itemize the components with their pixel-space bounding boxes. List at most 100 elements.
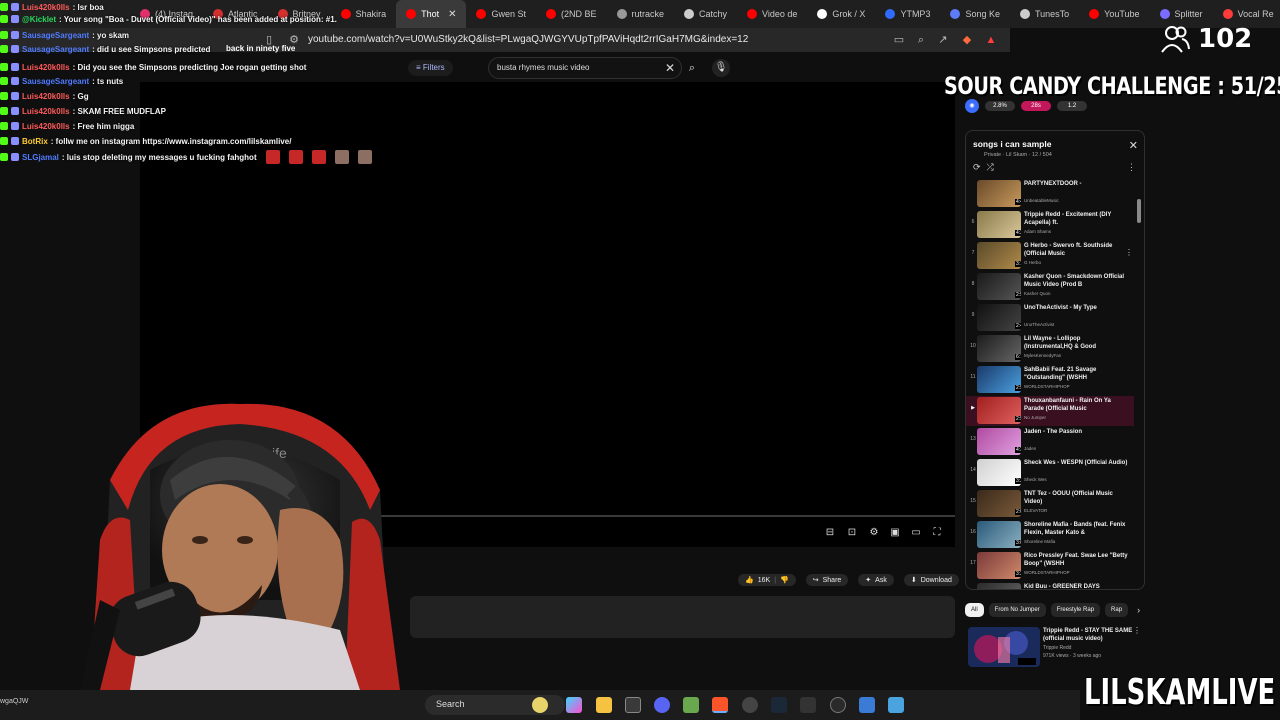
playlist-item[interactable]: 9 2:44 UnoTheActivist - My Type UnoTheActiv… [966, 303, 1134, 333]
video-thumbnail[interactable]: 4:37 [977, 428, 1021, 455]
playlist-item[interactable]: 16 3:06Shoreline Mafia - Bands (feat. Fen… [966, 520, 1134, 550]
theater-mode-icon[interactable]: ▭ [909, 526, 923, 540]
fullscreen-icon[interactable]: ⛶ [930, 526, 944, 540]
video-thumbnail[interactable]: 2:34 [977, 583, 1021, 589]
browser-tab[interactable]: Catchy [674, 0, 737, 28]
filter-chip[interactable]: Freestyle Rap [1050, 603, 1101, 617]
download-button[interactable]: ⬇ Download [903, 574, 959, 586]
video-thumbnail[interactable]: 3:24 [977, 459, 1021, 486]
browser-tab[interactable]: Video de [737, 0, 807, 28]
browser-tab[interactable]: rutracke [607, 0, 675, 28]
loop-icon[interactable]: ⟳ [973, 162, 981, 173]
playlist-item[interactable]: 14 3:24 Sheck Wes - WESPN (Official Audio)… [966, 458, 1134, 488]
zoom-icon[interactable]: ⌕ [914, 33, 928, 47]
close-icon[interactable]: ✕ [1129, 139, 1138, 152]
playlist-title[interactable]: songs i can sample [973, 139, 1051, 149]
autoplay-icon[interactable]: ⊟ [823, 526, 837, 540]
browser-tab[interactable]: Shakira [331, 0, 397, 28]
settings-icon[interactable]: ⚙ [867, 526, 881, 540]
filters-button[interactable]: ≡ Filters [408, 60, 453, 76]
browser-tab[interactable]: TunesTo [1010, 0, 1079, 28]
browser-tab[interactable]: Grok / X [807, 0, 875, 28]
search-icon[interactable]: ⌕ [682, 57, 702, 79]
cast-icon[interactable]: ▭ [892, 33, 906, 47]
miniplayer-icon[interactable]: ▣ [888, 526, 902, 540]
app-icon-3[interactable] [830, 697, 846, 713]
brave-rewards-icon[interactable]: ▲ [984, 33, 998, 47]
thumbs-down-icon[interactable]: 👎 [780, 576, 789, 584]
description-box[interactable] [410, 596, 955, 638]
subtitles-icon[interactable]: ⊡ [845, 526, 859, 540]
video-thumbnail[interactable]: 6:15 [977, 335, 1021, 362]
video-thumbnail[interactable]: 2:02 [977, 490, 1021, 517]
browser-tab[interactable]: Gwen St [466, 0, 536, 28]
badge-icon [0, 153, 8, 161]
playlist-item[interactable]: ▶ 2:54Thouxanbanfauni - Rain On Ya Parade… [966, 396, 1134, 426]
tab-favicon-icon [747, 9, 758, 19]
more-options-icon[interactable]: ⋮ [1125, 248, 1133, 257]
widget-icon[interactable] [532, 697, 548, 713]
video-title: Lil Wayne - Lollipop (Instrumental,HQ & … [1024, 336, 1096, 350]
search-input[interactable]: busta rhymes music video ✕ [488, 57, 682, 79]
playlist-item[interactable]: 13 4:37 Jaden - The Passion Jaden [966, 427, 1134, 457]
microphone-icon[interactable]: 🎙 [712, 59, 730, 77]
more-options-icon[interactable]: ⋮ [1127, 162, 1136, 173]
playlist-item[interactable]: 7 3:17G Herbo - Swervo ft. Southside (Off… [966, 241, 1134, 271]
app-icon-2[interactable] [800, 697, 816, 713]
video-duration: 2:51 [1015, 385, 1021, 391]
video-thumbnail[interactable]: 4:49 [977, 180, 1021, 207]
video-thumbnail[interactable]: 2:51 [977, 366, 1021, 393]
video-thumbnail[interactable]: 3:22 [977, 552, 1021, 579]
recommended-video[interactable]: Trippie Redd - STAY THE SAME (official m… [965, 625, 1145, 670]
browser-tab[interactable]: Song Ke [940, 0, 1010, 28]
playlist-item[interactable]: 17 3:22Rico Pressley Feat. Swae Lee "Bett… [966, 551, 1134, 581]
shuffle-icon[interactable]: ⤮ [987, 162, 994, 173]
discord-icon[interactable] [654, 697, 670, 713]
steam-icon[interactable] [771, 697, 787, 713]
video-thumbnail[interactable]: 3:06 [977, 521, 1021, 548]
browser-tab[interactable]: YouTube [1079, 0, 1149, 28]
like-button[interactable]: 👍 16K | 👎 [738, 574, 796, 586]
playlist-item[interactable]: 4:49 PARTYNEXTDOOR - UnbeatableMusic [966, 179, 1134, 209]
share-button[interactable]: ↪ Share [805, 574, 849, 586]
playlist-item[interactable]: 10 6:15Lil Wayne - Lollipop (Instrumental… [966, 334, 1134, 364]
store-icon[interactable] [625, 697, 641, 713]
extension-icon[interactable]: ◉ [965, 99, 979, 113]
playlist-item[interactable]: 11 2:51SahBabii Feat. 21 Savage "Outstand… [966, 365, 1134, 395]
tab-close-icon[interactable]: ✕ [448, 9, 456, 20]
browser-tab[interactable]: YTMP3 [875, 0, 940, 28]
file-explorer-icon[interactable] [596, 697, 612, 713]
ask-button[interactable]: ✦ Ask [858, 574, 894, 586]
filter-chip[interactable]: Rap [1105, 603, 1129, 617]
more-options-icon[interactable]: ⋮ [1133, 626, 1141, 635]
photos-icon[interactable] [888, 697, 904, 713]
video-thumbnail[interactable]: 3:17 [977, 242, 1021, 269]
playlist-scrollbar[interactable] [1137, 179, 1142, 584]
playlist-item[interactable]: 182:34Kid Buu - GREENER DAYSKid Buu [966, 582, 1134, 589]
app-icon[interactable] [683, 697, 699, 713]
brave-shield-icon[interactable]: ◆ [960, 33, 974, 47]
video-channel: Adam Shams [1024, 229, 1052, 234]
clear-search-icon[interactable]: ✕ [665, 61, 675, 75]
browser-tab[interactable]: Thot ✕ [396, 0, 467, 28]
share-icon[interactable]: ↗ [936, 33, 950, 47]
filter-chip[interactable]: All [965, 603, 984, 617]
chevron-right-icon[interactable]: › [1137, 605, 1140, 615]
video-thumbnail[interactable]: 2:54 [977, 273, 1021, 300]
browser-tab[interactable]: (2ND BE [536, 0, 607, 28]
filter-chip[interactable]: From No Jumper [988, 603, 1046, 617]
chat-username: SausageSargeant [22, 44, 90, 54]
playlist-item[interactable]: 15 2:02TNT Tez - OOUU (Official Music Vid… [966, 489, 1134, 519]
video-thumbnail[interactable]: 4:27 [977, 211, 1021, 238]
playlist-item[interactable]: 8 2:54Kasher Quon - Smackdown Official Mu… [966, 272, 1134, 302]
video-thumbnail[interactable]: 2:54 [977, 397, 1021, 424]
video-thumbnail[interactable]: 2:44 [977, 304, 1021, 331]
url-text[interactable]: youtube.com/watch?v=U0WuStky2kQ&list=PLw… [308, 34, 748, 45]
brave-browser-icon[interactable] [712, 697, 728, 713]
obs-icon[interactable] [742, 697, 758, 713]
copilot-icon[interactable] [566, 697, 582, 713]
recommended-thumbnail[interactable] [968, 627, 1040, 667]
scrollbar-thumb[interactable] [1137, 199, 1141, 223]
notes-icon[interactable] [859, 697, 875, 713]
playlist-item[interactable]: 6 4:27Trippie Redd - Excitement (DIY Acap… [966, 210, 1134, 240]
